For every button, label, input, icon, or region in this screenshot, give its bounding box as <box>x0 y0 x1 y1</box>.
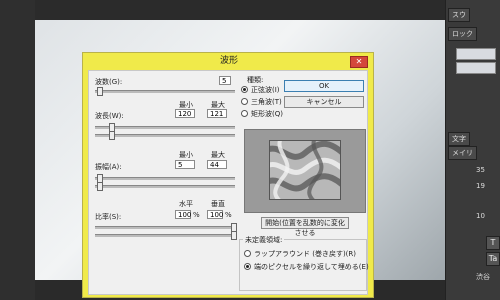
tools-panel <box>0 0 35 300</box>
wavelength-max-input[interactable]: 121 <box>207 109 227 118</box>
amplitude-max-label: 最大 <box>211 151 225 159</box>
type-icon-text: T <box>490 238 496 247</box>
type-option-sine[interactable]: 正弦波(I) <box>251 85 280 95</box>
amplitude-max-input[interactable]: 44 <box>207 160 227 169</box>
type-radio-sine[interactable] <box>241 86 248 93</box>
scale-vertical-input[interactable]: 100 <box>207 210 223 219</box>
type-tool-icon[interactable]: T <box>486 236 500 250</box>
layer-thumbnail[interactable] <box>456 62 496 74</box>
generators-slider[interactable] <box>95 90 235 93</box>
amplitude-min-label: 最小 <box>179 151 193 159</box>
panel-tab-swatches[interactable]: スウ <box>448 8 470 22</box>
type-option-triangle[interactable]: 三角波(T) <box>251 97 282 107</box>
scale-value[interactable]: 10 <box>476 212 485 220</box>
bottom-label: 渋谷 <box>476 273 490 281</box>
wavelength-min-input[interactable]: 120 <box>175 109 195 118</box>
font-family-field[interactable]: メイリ <box>448 146 477 160</box>
wavelength-max-knob[interactable] <box>109 131 115 140</box>
amplitude-label: 振幅(A): <box>95 163 122 171</box>
tracking-value[interactable]: 19 <box>476 182 485 190</box>
wave-preview <box>244 129 366 213</box>
type-label: 種類: <box>247 76 264 84</box>
wave-dialog: 波形 ✕ 波数(G): 5 最小 最大 波長(W): 120 121 最小 最大… <box>82 52 374 298</box>
preview-image <box>269 140 341 200</box>
scale-horizontal-input[interactable]: 100 <box>175 210 191 219</box>
panel-tab-lock[interactable]: ロック <box>448 27 477 41</box>
ok-button[interactable]: OK <box>284 80 364 92</box>
amplitude-max-slider[interactable] <box>95 185 235 188</box>
cancel-button[interactable]: キャンセル <box>284 96 364 108</box>
scale-vertical-knob[interactable] <box>231 231 237 240</box>
wraparound-radio[interactable] <box>244 250 251 257</box>
type-radio-square[interactable] <box>241 110 248 117</box>
amplitude-max-knob[interactable] <box>97 182 103 191</box>
layer-thumbnail[interactable] <box>456 48 496 60</box>
scale-horizontal-slider[interactable] <box>95 226 235 229</box>
repeat-edge-radio[interactable] <box>244 263 251 270</box>
generators-input[interactable]: 5 <box>219 76 231 85</box>
wavelength-max-slider[interactable] <box>95 134 235 137</box>
randomize-button[interactable]: 開始(位置を乱数的に変化させる <box>261 217 349 237</box>
wraparound-option[interactable]: ラップアラウンド (巻き戻す)(R) <box>254 249 356 259</box>
scale-vertical-unit: % <box>225 211 232 219</box>
type-style-icon-text: Ta <box>488 254 498 263</box>
amplitude-min-input[interactable]: 5 <box>175 160 195 169</box>
dialog-title: 波形 <box>219 56 238 66</box>
scale-vertical-label: 垂直 <box>211 200 225 208</box>
right-panels: スウ ロック 文字 メイリ 35 19 10 T Ta 渋谷 <box>445 0 500 300</box>
scale-horizontal-label: 水平 <box>179 200 193 208</box>
wavelength-label: 波長(W): <box>95 112 124 120</box>
type-style-icon[interactable]: Ta <box>486 252 500 266</box>
dialog-body: 波数(G): 5 最小 最大 波長(W): 120 121 最小 最大 振幅(A… <box>88 70 369 295</box>
font-size-value[interactable]: 35 <box>476 166 485 174</box>
amplitude-min-slider[interactable] <box>95 177 235 180</box>
scale-label: 比率(S): <box>95 213 122 221</box>
undefined-area-label: 未定義領域: <box>243 235 285 245</box>
type-option-square[interactable]: 矩形波(Q) <box>251 109 283 119</box>
generators-slider-knob[interactable] <box>97 87 103 96</box>
generators-label: 波数(G): <box>95 78 123 86</box>
close-button[interactable]: ✕ <box>350 56 368 68</box>
wave-pattern-icon <box>270 141 340 199</box>
panel-tab-character[interactable]: 文字 <box>448 132 470 146</box>
type-radio-triangle[interactable] <box>241 98 248 105</box>
repeat-edge-option[interactable]: 端のピクセルを繰り返して埋める(E) <box>254 262 369 272</box>
scale-vertical-slider[interactable] <box>95 234 235 237</box>
scale-horizontal-unit: % <box>193 211 200 219</box>
wavelength-min-slider[interactable] <box>95 126 235 129</box>
